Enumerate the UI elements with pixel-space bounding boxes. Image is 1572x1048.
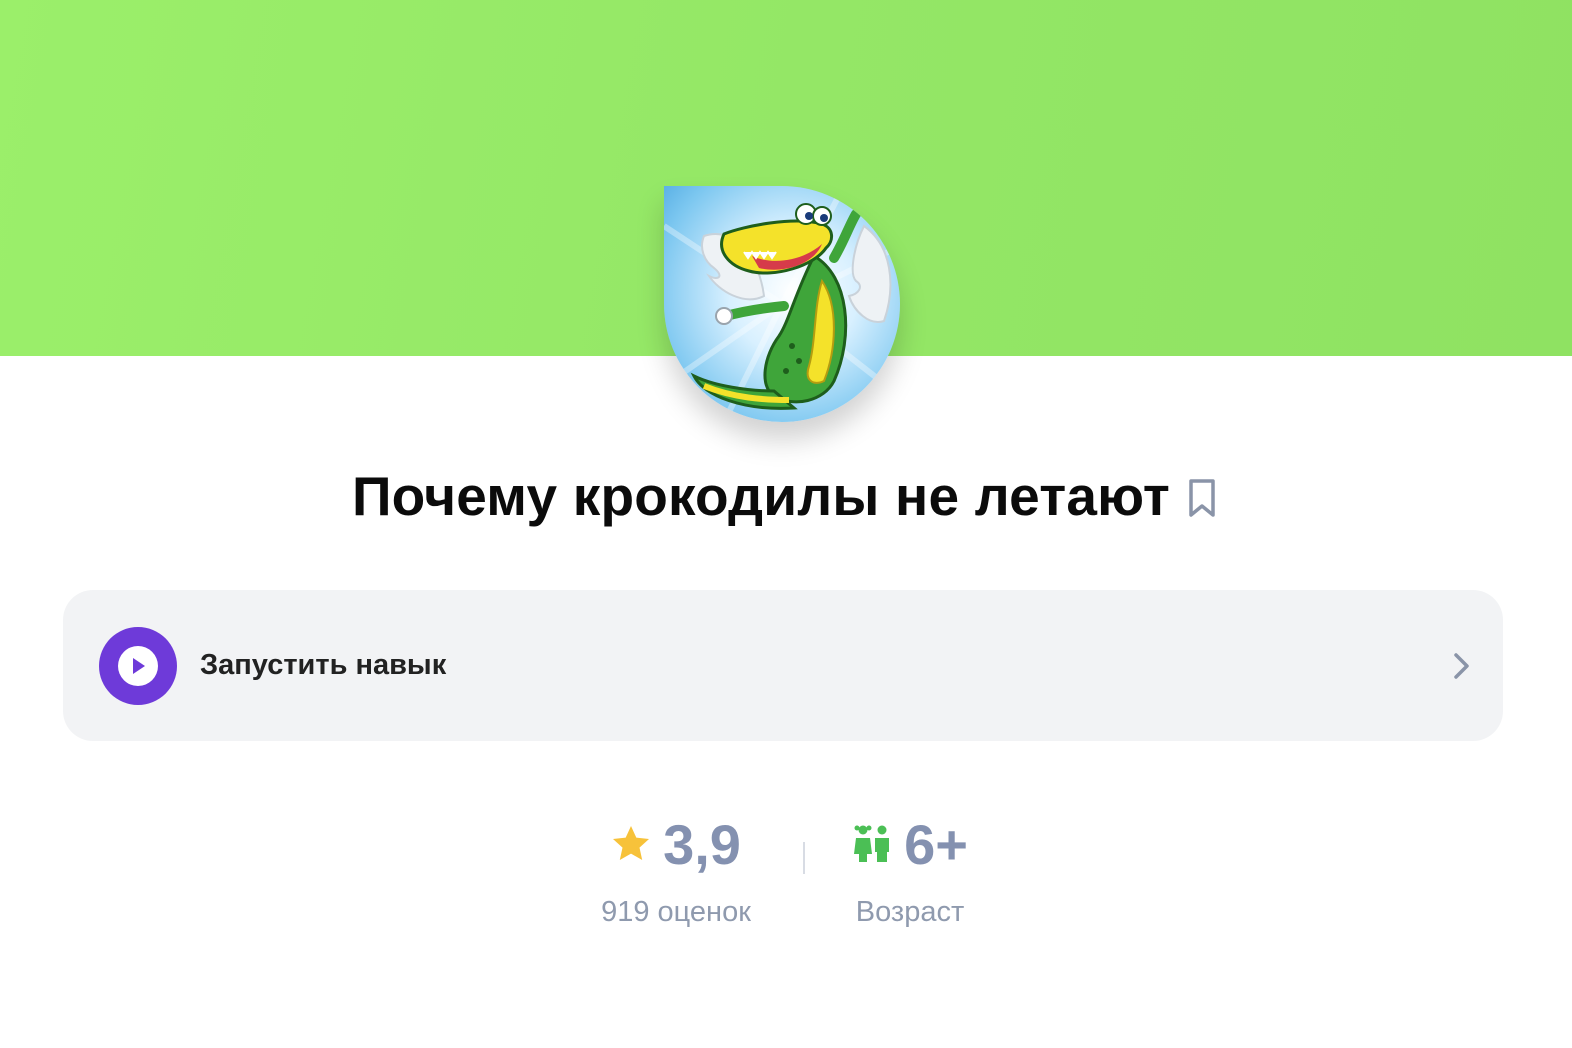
crocodile-with-wings-icon xyxy=(664,186,900,422)
play-icon xyxy=(118,645,158,686)
chevron-right-icon xyxy=(1449,650,1473,682)
children-icon xyxy=(854,825,890,862)
rating-value: 3,9 xyxy=(663,812,741,876)
skill-stats: 3,9 919 оценок 6+ Возраст xyxy=(0,806,1572,946)
skill-logo xyxy=(664,186,900,422)
bookmark-button[interactable] xyxy=(1184,475,1220,521)
launch-skill-label: Запустить навык xyxy=(200,649,447,681)
stats-divider xyxy=(803,842,805,874)
star-icon xyxy=(613,826,650,860)
rating-count: 919 оценок xyxy=(601,896,751,928)
rating-value-row: 3,9 xyxy=(586,806,766,882)
age-stat: 6+ Возраст xyxy=(840,806,980,929)
age-value: 6+ xyxy=(904,812,968,876)
page-title: Почему крокодилы не летают xyxy=(351,465,1171,527)
bookmark-icon xyxy=(1189,479,1215,517)
play-triangle-icon xyxy=(133,657,145,674)
title-row: Почему крокодилы не летают xyxy=(0,458,1572,534)
rating-stat[interactable]: 3,9 919 оценок xyxy=(586,806,766,929)
launch-skill-button[interactable]: Запустить навык xyxy=(63,590,1503,741)
age-value-row: 6+ xyxy=(840,806,980,882)
skill-page: Почему крокодилы не летают Запустить нав… xyxy=(0,0,1572,1048)
age-caption: Возраст xyxy=(855,896,965,928)
play-button[interactable] xyxy=(99,626,177,705)
